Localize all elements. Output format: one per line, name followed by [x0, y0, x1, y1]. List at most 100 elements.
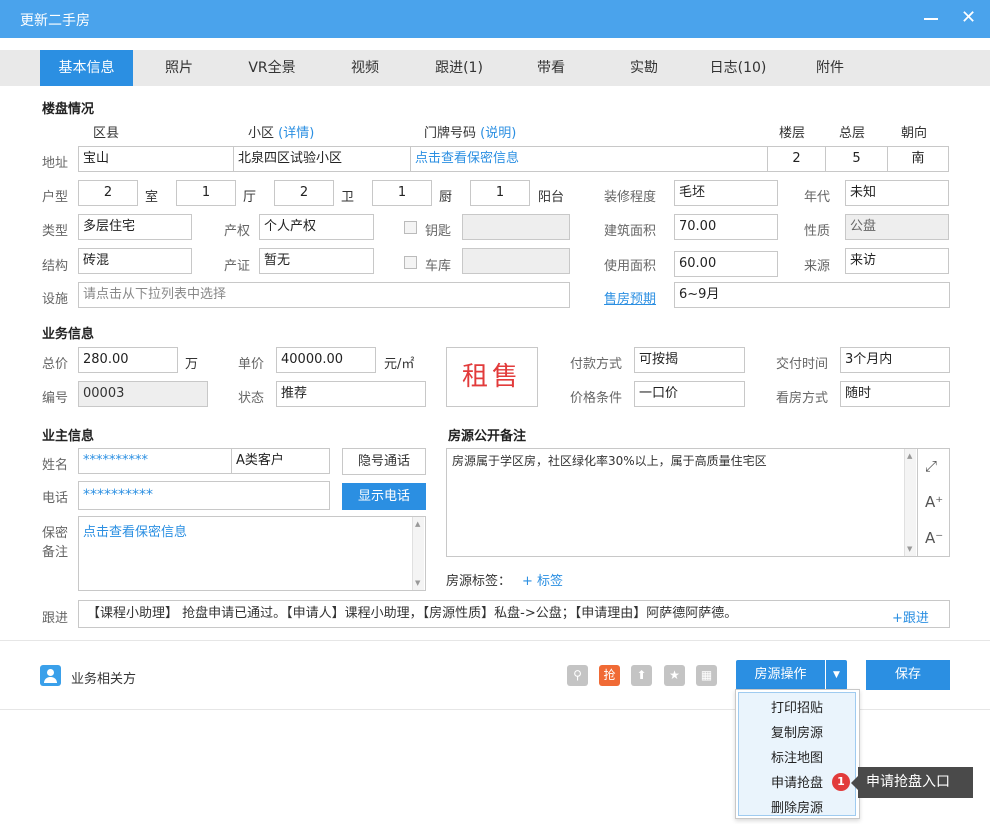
tab-video[interactable]: 视频	[330, 50, 400, 86]
followup-field[interactable]: 【课程小助理】 抢盘申请已通过。【申请人】课程小助理，【房源性质】私盘->公盘；…	[78, 600, 950, 628]
close-icon[interactable]: ✕	[961, 9, 976, 27]
decor-field[interactable]: 毛坯	[674, 180, 778, 206]
structure-label: 结构	[42, 259, 69, 274]
scroll-up-icon[interactable]: ▲	[415, 520, 420, 528]
total-floor-header: 总层	[839, 126, 866, 141]
delivery-field[interactable]: 3个月内	[840, 347, 950, 373]
status-field[interactable]: 推荐	[276, 381, 426, 407]
chevron-down-icon[interactable]: ▼	[826, 660, 847, 690]
tab-attachment[interactable]: 附件	[798, 50, 862, 86]
tab-vr[interactable]: VR全景	[228, 50, 316, 86]
type-field[interactable]: 多层住宅	[78, 214, 192, 240]
grab-icon[interactable]: 抢	[599, 665, 620, 686]
price-cond-field[interactable]: 一口价	[634, 381, 745, 407]
owner-phone-field[interactable]: **********	[78, 481, 330, 510]
community-detail-link[interactable]: (详情)	[278, 126, 314, 141]
source-field[interactable]: 来访	[845, 248, 949, 274]
secret-label-1: 保密	[42, 526, 69, 541]
followup-label: 跟进	[42, 611, 69, 626]
total-floor-field[interactable]: 5	[825, 146, 888, 172]
menu-item-delete[interactable]: 删除房源	[771, 797, 823, 816]
door-explain-link[interactable]: (说明)	[480, 126, 516, 141]
status-label: 状态	[238, 391, 265, 406]
layout-label: 户型	[42, 190, 69, 205]
community-field[interactable]: 北泉四区试验小区	[233, 146, 411, 172]
kitchens-unit: 厨	[439, 190, 453, 205]
upload-icon[interactable]: ⬆	[631, 665, 652, 686]
star-icon[interactable]: ★	[664, 665, 685, 686]
source-label: 来源	[804, 259, 831, 274]
tags-label: 房源标签：	[446, 574, 512, 589]
baths-field[interactable]: 2	[274, 180, 334, 206]
add-tag-link[interactable]: + 标签	[522, 570, 563, 589]
sale-expect-field[interactable]: 6~9月	[674, 282, 950, 308]
section-remarks: 房源公开备注	[448, 429, 527, 444]
menu-item-map[interactable]: 标注地图	[771, 747, 823, 766]
balconies-field[interactable]: 1	[470, 180, 530, 206]
kitchens-field[interactable]: 1	[372, 180, 432, 206]
menu-item-print[interactable]: 打印招贴	[771, 697, 823, 716]
total-price-label: 总价	[42, 357, 69, 372]
add-followup-link[interactable]: +跟进	[892, 607, 929, 626]
payment-label: 付款方式	[570, 357, 623, 372]
remarks-box[interactable]: 房源属于学区房，社区绿化率30%以上，属于高质量住宅区 ▲ ▼	[446, 448, 918, 557]
district-field[interactable]: 宝山	[78, 146, 234, 172]
certificate-field[interactable]: 暂无	[259, 248, 374, 274]
total-price-field[interactable]: 280.00	[78, 347, 178, 373]
garage-field	[462, 248, 570, 274]
usable-area-label: 使用面积	[604, 259, 657, 274]
tab-basic-info[interactable]: 基本信息	[40, 50, 133, 86]
owner-name-field[interactable]: **********	[78, 448, 234, 474]
rooms-field[interactable]: 2	[78, 180, 138, 206]
save-button[interactable]: 保存	[866, 660, 950, 690]
scroll-up-icon[interactable]: ▲	[907, 452, 912, 460]
floor-field[interactable]: 2	[767, 146, 826, 172]
sale-expect-link[interactable]: 售房预期	[604, 288, 656, 307]
show-phone-button[interactable]: 显示电话	[342, 483, 426, 510]
remarks-text: 房源属于学区房，社区绿化率30%以上，属于高质量住宅区	[452, 454, 767, 468]
tab-followup[interactable]: 跟进(1)	[420, 50, 498, 86]
usable-area-field[interactable]: 60.00	[674, 251, 778, 277]
scroll-down-icon[interactable]: ▼	[907, 545, 912, 553]
structure-field[interactable]: 砖混	[78, 248, 192, 274]
menu-item-grab[interactable]: 申请抢盘	[771, 772, 823, 791]
payment-field[interactable]: 可按揭	[634, 347, 745, 373]
tab-log[interactable]: 日志(10)	[698, 50, 778, 86]
tab-photos[interactable]: 照片	[140, 50, 218, 86]
year-field[interactable]: 未知	[845, 180, 949, 206]
secret-scrollbar[interactable]: ▲ ▼	[412, 517, 424, 590]
area-label: 建筑面积	[604, 224, 657, 239]
secret-remarks-box[interactable]: 点击查看保密信息 ▲ ▼	[78, 516, 426, 591]
title-bar: 更新二手房 ✕	[0, 0, 990, 38]
door-field[interactable]: 点击查看保密信息	[410, 146, 768, 172]
customer-type-field[interactable]: A类客户	[231, 448, 330, 474]
scroll-down-icon[interactable]: ▼	[415, 579, 420, 587]
related-parties-label[interactable]: 业务相关方	[71, 668, 136, 687]
year-label: 年代	[804, 190, 831, 205]
orientation-field[interactable]: 南	[887, 146, 949, 172]
halls-field[interactable]: 1	[176, 180, 236, 206]
remarks-scrollbar[interactable]: ▲ ▼	[904, 449, 916, 556]
property-ops-button[interactable]: 房源操作	[736, 660, 825, 690]
viewing-field[interactable]: 随时	[840, 381, 950, 407]
minimize-icon[interactable]	[924, 18, 938, 20]
nature-field: 公盘	[845, 214, 949, 240]
font-decrease-icon[interactable]: A⁻	[925, 529, 943, 547]
hidden-call-button[interactable]: 隐号通话	[342, 448, 426, 475]
tab-survey[interactable]: 实勘	[610, 50, 678, 86]
facility-select[interactable]: 请点击从下拉列表中选择	[78, 282, 570, 308]
garage-checkbox[interactable]	[404, 256, 417, 269]
community-header: 小区 (详情)	[248, 126, 315, 141]
expand-icon[interactable]: ⤢	[925, 457, 937, 475]
area-field[interactable]: 70.00	[674, 214, 778, 240]
key-tool-icon[interactable]: ⚲	[567, 665, 588, 686]
secret-remarks-link[interactable]: 点击查看保密信息	[83, 521, 187, 540]
ownership-field[interactable]: 个人产权	[259, 214, 374, 240]
menu-item-copy[interactable]: 复制房源	[771, 722, 823, 741]
tab-viewing[interactable]: 带看	[518, 50, 584, 86]
calculator-icon[interactable]: ▦	[696, 665, 717, 686]
unit-price-field[interactable]: 40000.00	[276, 347, 376, 373]
key-field	[462, 214, 570, 240]
key-checkbox[interactable]	[404, 221, 417, 234]
font-increase-icon[interactable]: A⁺	[925, 493, 943, 511]
